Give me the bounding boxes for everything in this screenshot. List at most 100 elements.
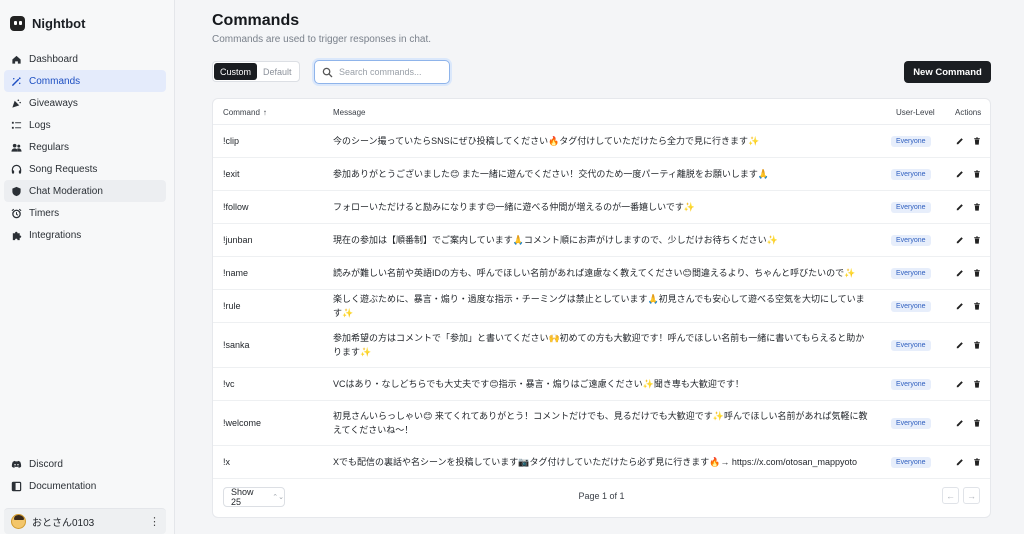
sidebar-item-giveaways[interactable]: Giveaways <box>4 92 166 114</box>
sidebar-item-regulars[interactable]: Regulars <box>4 136 166 158</box>
search-input[interactable] <box>339 67 449 77</box>
table-row: !x Xでも配信の裏話や名シーンを投稿しています📷タグ付けしていただけたら必ず見に… <box>213 446 990 479</box>
edit-pencil-icon[interactable] <box>956 458 964 466</box>
edit-pencil-icon[interactable] <box>956 236 964 244</box>
command-name[interactable]: !rule <box>223 290 323 322</box>
sidebar-item-logs[interactable]: Logs <box>4 114 166 136</box>
edit-pencil-icon[interactable] <box>956 137 964 145</box>
row-actions <box>956 401 986 445</box>
users-icon <box>11 142 22 153</box>
sidebar-item-label: Regulars <box>29 141 70 153</box>
user-level-cell: Everyone <box>891 191 941 223</box>
sidebar-item-label: Integrations <box>29 229 82 241</box>
sidebar-item-integrations[interactable]: Integrations <box>4 224 166 246</box>
table-row: !clip 今のシーン撮っていたらSNSにぜひ投稿してください🔥タグ付けしていただ… <box>213 125 990 158</box>
command-name[interactable]: !junban <box>223 224 323 256</box>
command-name[interactable]: !clip <box>223 125 323 157</box>
sidebar-item-chat-moderation[interactable]: Chat Moderation <box>4 180 166 202</box>
previous-page-button[interactable]: ← <box>942 487 959 504</box>
table-row: !follow フォローいただけると励みになります😊一緒に遊べる仲間が増えるのが一… <box>213 191 990 224</box>
alarm-icon <box>11 208 22 219</box>
nightbot-logo-icon <box>10 15 25 31</box>
command-message: 参加希望の方はコメントで「参加」と書いてください🙌初めての方も大歓迎です！呼んで… <box>333 333 865 357</box>
user-level-badge: Everyone <box>891 300 931 312</box>
user-level-badge: Everyone <box>891 168 931 180</box>
delete-trash-icon[interactable] <box>973 236 981 244</box>
sidebar-item-label: Song Requests <box>29 163 98 175</box>
command-name[interactable]: !name <box>223 257 323 289</box>
delete-trash-icon[interactable] <box>973 137 981 145</box>
command-message: 今のシーン撮っていたらSNSにぜひ投稿してください🔥タグ付けしていただけたら全力… <box>333 136 760 146</box>
user-level-cell: Everyone <box>891 125 941 157</box>
user-level-badge: Everyone <box>891 267 931 279</box>
toggle-custom[interactable]: Custom <box>214 63 258 80</box>
sidebar-item-timers[interactable]: Timers <box>4 202 166 224</box>
user-level-cell: Everyone <box>891 224 941 256</box>
command-name[interactable]: !welcome <box>223 401 323 445</box>
command-message: 参加ありがとうございました😊 また一緒に遊んでください！交代のため一度パーティ離… <box>333 169 770 179</box>
sidebar-item-commands[interactable]: Commands <box>4 70 166 92</box>
toggle-default[interactable]: Default <box>257 63 298 80</box>
delete-trash-icon[interactable] <box>973 203 981 211</box>
delete-trash-icon[interactable] <box>973 458 981 466</box>
shield-icon <box>11 186 22 197</box>
sidebar-item-dashboard[interactable]: Dashboard <box>4 48 166 70</box>
delete-trash-icon[interactable] <box>973 341 981 349</box>
delete-trash-icon[interactable] <box>973 419 981 427</box>
command-message: 読みが難しい名前や英語IDの方も、呼んでほしい名前があれば遠慮なく教えてください… <box>333 268 856 278</box>
edit-pencil-icon[interactable] <box>956 269 964 277</box>
user-level-badge: Everyone <box>891 135 931 147</box>
edit-pencil-icon[interactable] <box>956 341 964 349</box>
main-content: Commands Commands are used to trigger re… <box>175 0 1024 534</box>
delete-trash-icon[interactable] <box>973 380 981 388</box>
row-actions <box>956 323 986 367</box>
command-message: 初見さんいらっしゃい😊 来てくれてありがとう！コメントだけでも、見るだけでも大歓… <box>333 411 868 435</box>
row-actions <box>956 257 986 289</box>
wand-icon <box>11 76 22 87</box>
page-info: Page 1 of 1 <box>578 491 625 501</box>
user-level-cell: Everyone <box>891 446 941 478</box>
user-level-badge: Everyone <box>891 201 931 213</box>
party-icon <box>11 98 22 109</box>
user-level-badge: Everyone <box>891 456 931 468</box>
sidebar-item-documentation[interactable]: Documentation <box>4 475 166 497</box>
user-menu[interactable]: おとさん0103 ⋮ <box>4 508 166 534</box>
command-message: VCはあり・なしどちらでも大丈夫です😊指示・暴言・煽りはご遠慮ください✨聞き専も… <box>333 379 744 389</box>
command-name[interactable]: !exit <box>223 158 323 190</box>
sort-arrow-up-icon: ↑ <box>262 107 267 117</box>
home-icon <box>11 54 22 65</box>
book-icon <box>11 481 22 492</box>
delete-trash-icon[interactable] <box>973 269 981 277</box>
edit-pencil-icon[interactable] <box>956 170 964 178</box>
user-level-badge: Everyone <box>891 417 931 429</box>
row-actions <box>956 191 986 223</box>
delete-trash-icon[interactable] <box>973 302 981 310</box>
sidebar-item-label: Chat Moderation <box>29 185 103 197</box>
table-body: !clip 今のシーン撮っていたらSNSにぜひ投稿してください🔥タグ付けしていただ… <box>213 125 990 479</box>
brand[interactable]: Nightbot <box>10 14 85 32</box>
command-name[interactable]: !vc <box>223 368 323 400</box>
edit-pencil-icon[interactable] <box>956 203 964 211</box>
table-row: !exit 参加ありがとうございました😊 また一緒に遊んでください！交代のため一度… <box>213 158 990 191</box>
next-page-button[interactable]: → <box>963 487 980 504</box>
edit-pencil-icon[interactable] <box>956 419 964 427</box>
command-message: 現在の参加は【順番制】でご案内しています🙏コメント順にお声がけしますので、少しだ… <box>333 235 778 245</box>
table-header: Command ↑ Message User-Level Actions <box>213 99 990 125</box>
sidebar-item-song-requests[interactable]: Song Requests <box>4 158 166 180</box>
new-command-button[interactable]: New Command <box>904 61 991 83</box>
row-actions <box>956 368 986 400</box>
edit-pencil-icon[interactable] <box>956 302 964 310</box>
command-message: Xでも配信の裏話や名シーンを投稿しています📷タグ付けしていただけたら必ず見に行き… <box>333 457 857 467</box>
user-name: おとさん0103 <box>32 518 95 529</box>
column-header-command[interactable]: Command ↑ <box>223 99 267 125</box>
command-name[interactable]: !follow <box>223 191 323 223</box>
puzzle-icon <box>11 230 22 241</box>
user-level-badge: Everyone <box>891 339 931 351</box>
list-icon <box>11 120 22 131</box>
edit-pencil-icon[interactable] <box>956 380 964 388</box>
delete-trash-icon[interactable] <box>973 170 981 178</box>
command-name[interactable]: !sanka <box>223 323 323 367</box>
command-name[interactable]: !x <box>223 446 323 478</box>
kebab-menu-icon[interactable]: ⋮ <box>149 515 160 528</box>
sidebar-item-discord[interactable]: Discord <box>4 453 166 475</box>
